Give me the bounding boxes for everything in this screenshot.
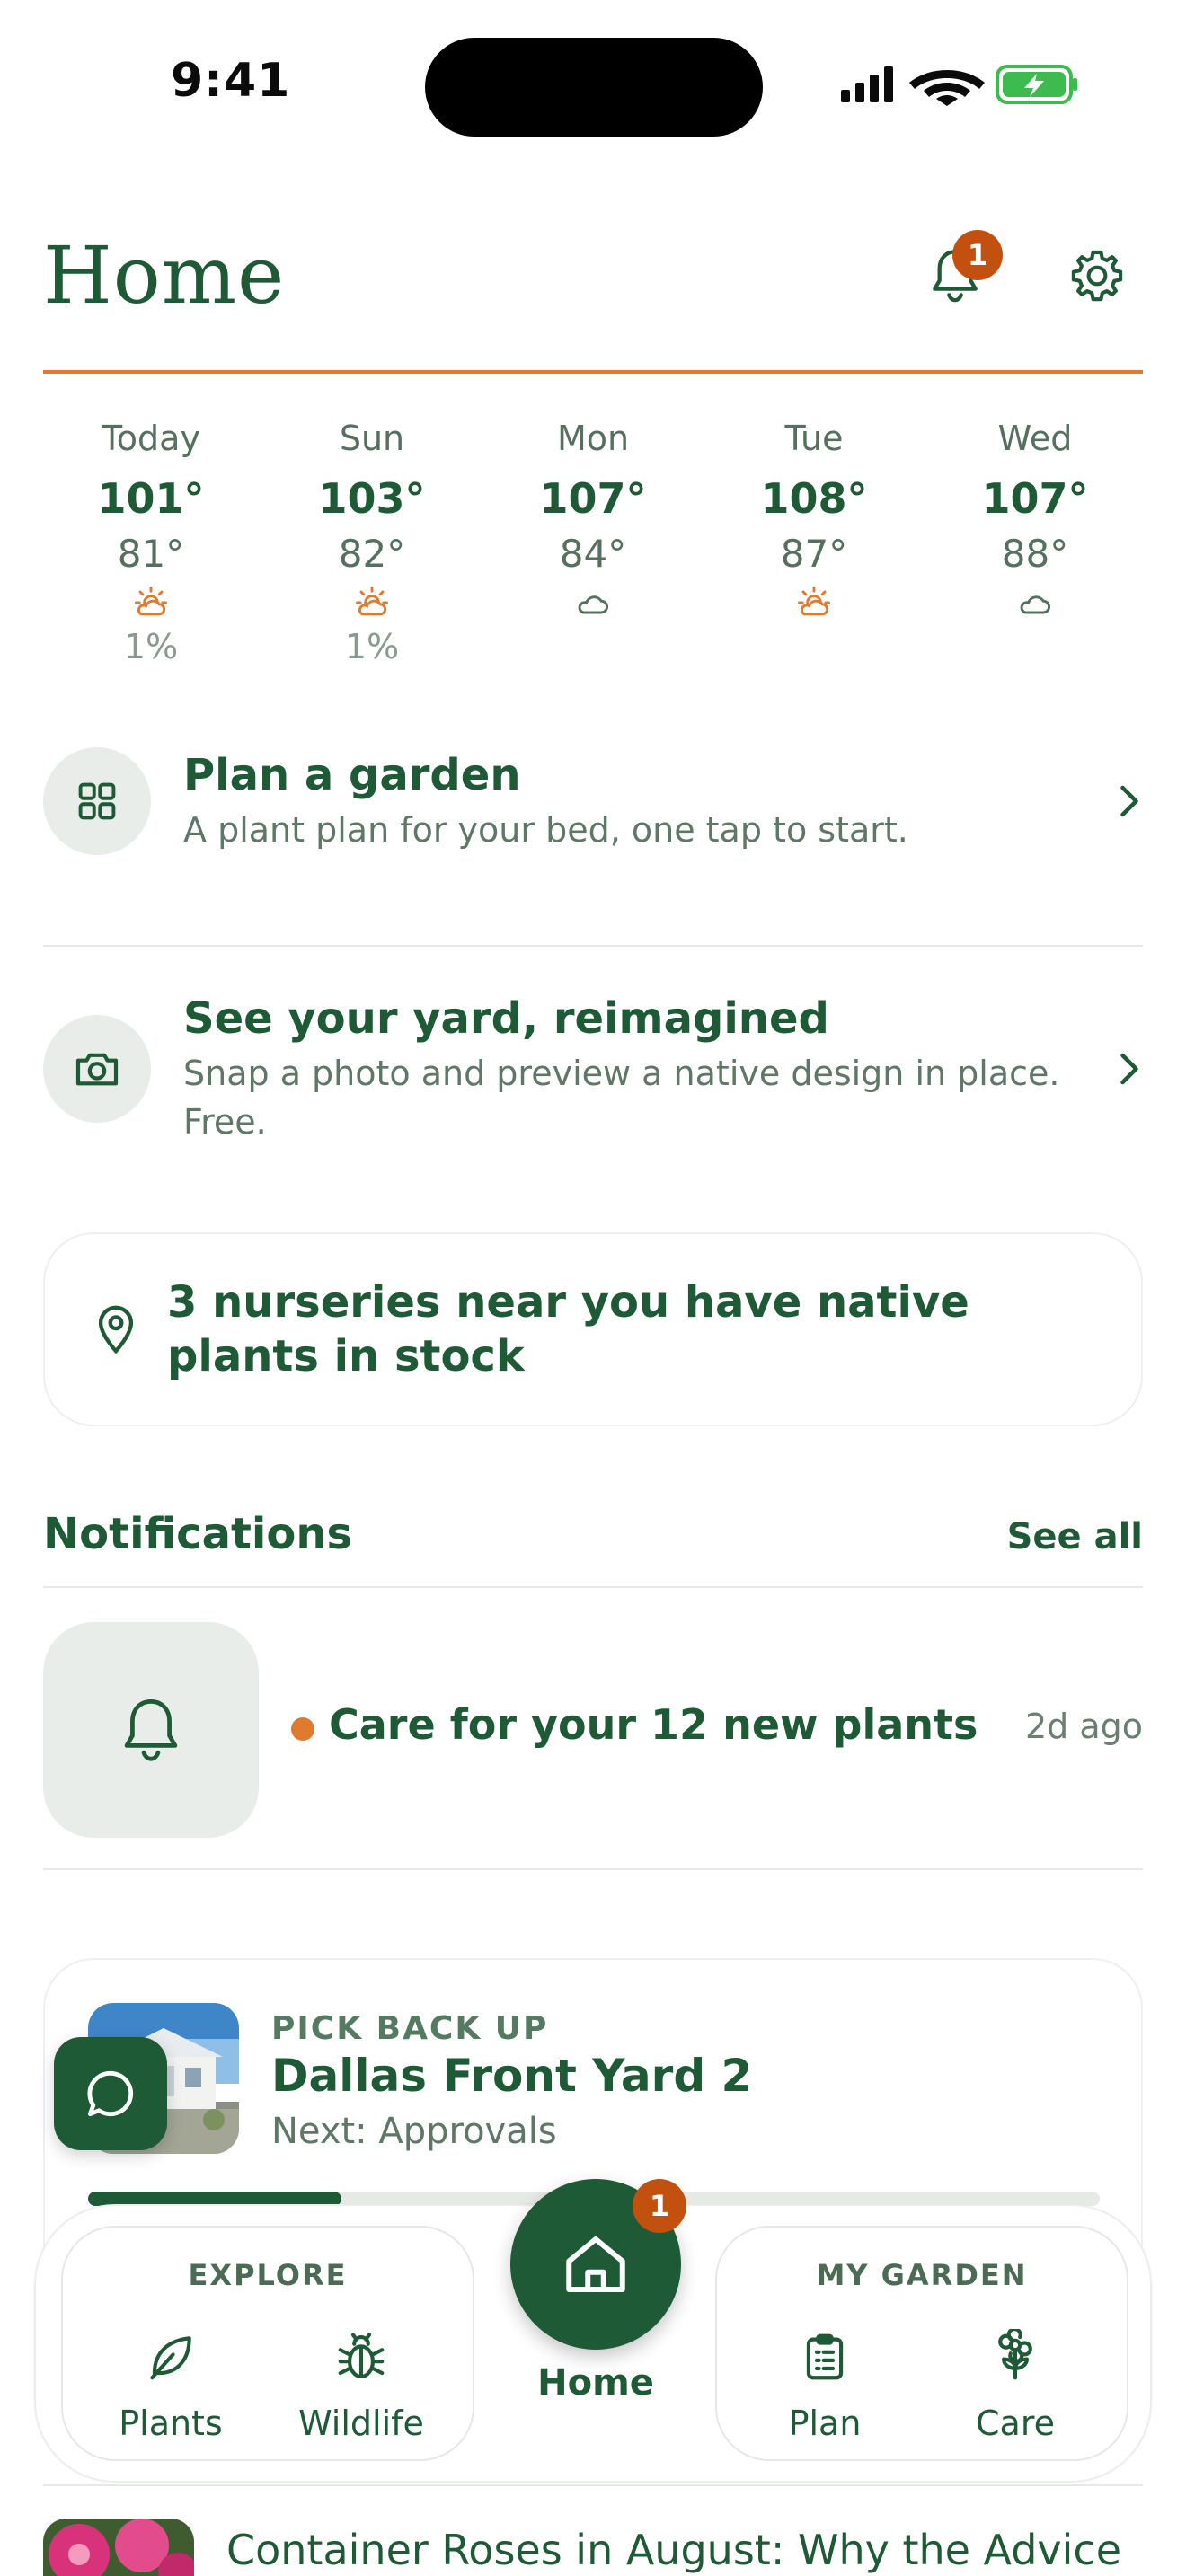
nav-plan[interactable]: Plan [735,2321,915,2443]
weather-day: Mon 107° 84° [503,419,683,670]
grid-icon [78,782,116,820]
chat-bubble-icon [87,2070,134,2117]
weather-precip: 1% [344,627,400,666]
gear-icon [1071,250,1123,302]
divider [43,945,1143,947]
weather-day-label: Sun [339,419,405,458]
header-divider [43,370,1143,374]
divider [43,1868,1143,1870]
weather-low: 81° [117,532,185,576]
nav-label: Plan [788,2404,862,2443]
status-time: 9:41 [171,54,291,108]
home-icon [566,2236,625,2292]
nurseries-text: 3 nurseries near you have native plants … [167,1277,969,1381]
nav-plants[interactable]: Plants [81,2321,261,2443]
weather-forecast: Today 101° 81° 1% Sun 103° 82° 1% Mon 10… [43,419,1143,670]
reimagine-yard-row[interactable]: See your yard, reimagined Snap a photo a… [43,988,1143,1150]
weather-precip [945,627,1125,670]
sun-cloud-icon [798,587,830,616]
weather-high: 107° [539,474,647,523]
camera-icon-wrap [43,1015,151,1123]
home-badge: 1 [633,2179,686,2233]
page-title: Home [43,229,286,322]
weather-day-label: Tue [784,419,844,458]
nav-label: Plants [119,2404,223,2443]
project-name: Dallas Front Yard 2 [271,2050,753,2102]
nav-label: Care [976,2404,1055,2443]
weather-day: Sun 103° 82° 1% [282,419,462,670]
nav-label: Wildlife [298,2404,424,2443]
weather-precip: 1% [123,627,179,666]
notification-badge: 1 [952,230,1003,280]
nav-care[interactable]: Care [925,2321,1105,2443]
cloud-icon [578,595,609,614]
weather-high: 101° [97,474,205,523]
status-icons [841,65,1077,106]
explore-label: EXPLORE [188,2258,348,2292]
explore-group: EXPLORE Plants Wildlife [61,2226,474,2461]
notification-time: 2d ago [1024,1707,1143,1746]
wifi-icon [909,70,985,106]
weather-high: 107° [981,474,1089,523]
chevron-right-icon [1120,785,1138,817]
camera-icon [75,1053,119,1086]
location-pin-icon [98,1305,134,1354]
weather-high: 103° [318,474,426,523]
cloud-icon [1020,595,1051,614]
nav-wildlife[interactable]: Wildlife [271,2321,451,2443]
battery-icon [996,65,1077,104]
my-garden-label: MY GARDEN [816,2258,1028,2292]
weather-precip [503,627,683,670]
action-subtitle: A plant plan for your bed, one tap to st… [183,810,908,850]
notification-icon-tile [43,1622,259,1838]
article-thumbnail [43,2519,194,2576]
leaf-icon [150,2336,191,2380]
action-title: Plan a garden [183,750,521,800]
my-garden-group: MY GARDEN Plan Care [715,2226,1128,2461]
bug-icon [338,2333,385,2379]
weather-day: Tue 108° 87° [724,419,904,670]
weather-day: Today 101° 81° 1% [61,419,241,670]
article-title: Container Roses in August: Why the Advic… [226,2526,1122,2574]
nav-home-label[interactable]: Home [492,2362,699,2404]
chat-button[interactable] [54,2037,167,2150]
bottom-nav: EXPLORE Plants Wildlife 1 Home MY GARDEN [34,2179,1152,2483]
weather-low: 82° [338,532,406,576]
weather-day-label: Today [102,419,200,458]
clipboard-icon [806,2333,844,2380]
flower-icon [998,2329,1032,2380]
project-next-step: Next: Approvals [271,2111,557,2152]
divider [43,1586,1143,1588]
grid-icon-wrap [43,747,151,855]
weather-day-label: Wed [997,419,1073,458]
chevron-right-icon [1120,1053,1138,1085]
notification-text[interactable]: Care for your 12 new plants [329,1700,978,1749]
weather-day-label: Mon [556,419,630,458]
project-kicker: PICK BACK UP [271,2010,549,2047]
bell-icon [124,1698,178,1761]
section-title: Notifications [43,1509,353,1559]
plan-garden-row[interactable]: Plan a garden A plant plan for your bed,… [43,738,1143,864]
signal-icon [841,66,893,102]
weather-low: 84° [559,532,627,576]
weather-low: 88° [1001,532,1069,576]
dynamic-island [425,38,763,137]
weather-precip [724,627,904,670]
weather-high: 108° [760,474,868,523]
status-bar: 9:41 [0,0,1186,153]
settings-button[interactable] [1057,235,1137,316]
nurseries-card[interactable]: 3 nurseries near you have native plants … [43,1232,1143,1426]
weather-low: 87° [780,532,848,576]
weather-day: Wed 107° 88° [945,419,1125,670]
divider [43,2484,1143,2486]
unread-dot [291,1717,314,1741]
sun-cloud-icon [356,587,388,616]
see-all-link[interactable]: See all [1007,1516,1143,1557]
sun-cloud-icon [135,587,167,616]
action-subtitle: Snap a photo and preview a native design… [183,1054,1060,1142]
action-title: See your yard, reimagined [183,993,829,1044]
article-card[interactable]: Container Roses in August: Why the Advic… [43,2519,1143,2576]
